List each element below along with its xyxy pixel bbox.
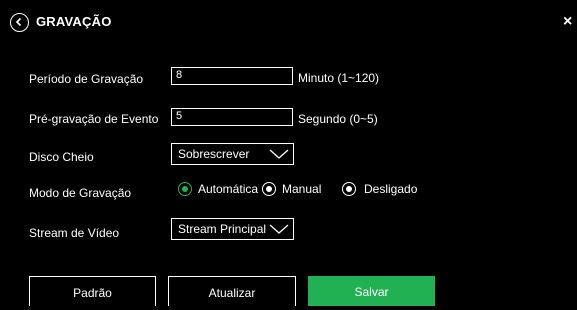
record-mode-label: Modo de Gravação (29, 186, 132, 200)
radio-label: Manual (282, 182, 322, 196)
stream-label: Stream de Vídeo (29, 226, 120, 240)
radio-label: Automática (198, 182, 259, 196)
radio-selected-icon[interactable] (178, 182, 192, 196)
back-icon[interactable] (10, 13, 29, 32)
radio-icon[interactable] (262, 182, 276, 196)
disk-full-select[interactable]: Sobrescrever (171, 143, 294, 165)
period-unit: Minuto (1~120) (298, 71, 380, 85)
period-input[interactable]: 8 (171, 67, 293, 85)
prerecord-input[interactable]: 5 (171, 108, 293, 126)
refresh-button[interactable]: Atualizar (168, 276, 296, 306)
close-icon[interactable]: × (563, 14, 572, 30)
prerecord-unit: Segundo (0~5) (298, 112, 378, 126)
radio-icon[interactable] (342, 182, 356, 196)
default-button[interactable]: Padrão (29, 276, 156, 306)
disk-full-value: Sobrescrever (178, 147, 250, 161)
save-button[interactable]: Salvar (308, 276, 435, 306)
chevron-down-icon (269, 224, 289, 234)
page-title: GRAVAÇÃO (36, 14, 112, 29)
period-label: Período de Gravação (29, 72, 144, 86)
radio-label: Desligado (364, 182, 418, 196)
chevron-down-icon (269, 149, 289, 159)
prerecord-label: Pré-gravação de Evento (29, 112, 159, 126)
stream-select[interactable]: Stream Principal (171, 218, 294, 240)
dialog-header: GRAVAÇÃO × (0, 0, 577, 45)
stream-value: Stream Principal (178, 222, 267, 236)
disk-full-label: Disco Cheio (29, 150, 94, 164)
